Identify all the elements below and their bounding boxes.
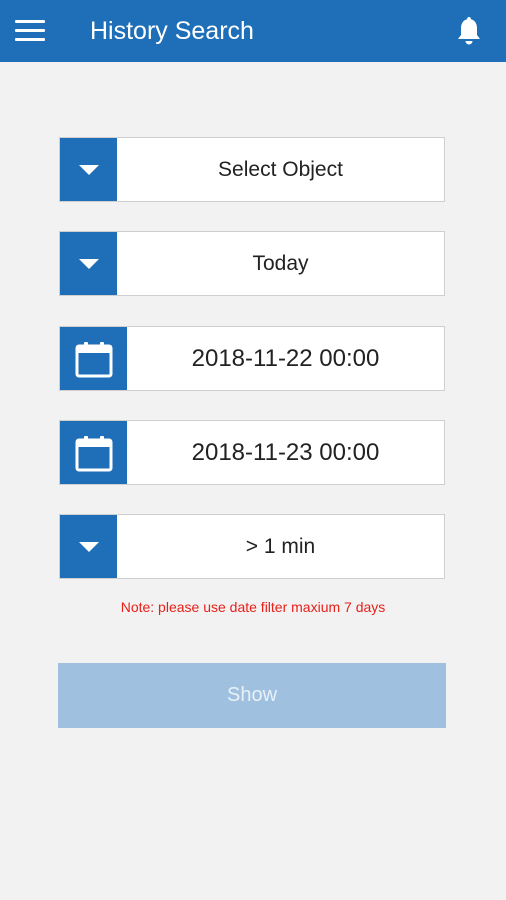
end-date-value: 2018-11-23 00:00 (191, 438, 380, 466)
start-date-picker-button[interactable] (60, 327, 127, 390)
date-range-dropdown-toggle[interactable] (60, 232, 117, 295)
end-date-picker-button[interactable] (60, 421, 127, 484)
duration-select-value: > 1 min (245, 534, 316, 558)
menu-button[interactable] (0, 0, 60, 62)
date-range-select-value: Today (252, 251, 309, 275)
duration-select[interactable]: > 1 min (59, 514, 445, 579)
duration-dropdown-toggle[interactable] (60, 515, 117, 578)
calendar-icon (75, 435, 112, 471)
hamburger-menu-icon (15, 20, 45, 42)
show-button[interactable]: Show (58, 663, 446, 728)
date-filter-note: Note: please use date filter maxium 7 da… (120, 599, 386, 615)
chevron-down-icon (78, 258, 99, 269)
chevron-down-icon (78, 541, 99, 552)
object-select[interactable]: Select Object (59, 137, 445, 202)
bell-icon (458, 17, 480, 45)
object-dropdown-toggle[interactable] (60, 138, 117, 201)
object-select-value: Select Object (218, 157, 343, 181)
start-date-field[interactable]: 2018-11-22 00:00 (59, 326, 445, 391)
calendar-icon (75, 341, 112, 377)
notifications-button[interactable] (452, 14, 486, 48)
date-range-select[interactable]: Today (59, 231, 445, 296)
chevron-down-icon (78, 164, 99, 175)
start-date-value: 2018-11-22 00:00 (191, 344, 380, 372)
page-title: History Search (90, 17, 254, 45)
app-bar: History Search (0, 0, 506, 62)
end-date-field[interactable]: 2018-11-23 00:00 (59, 420, 445, 485)
